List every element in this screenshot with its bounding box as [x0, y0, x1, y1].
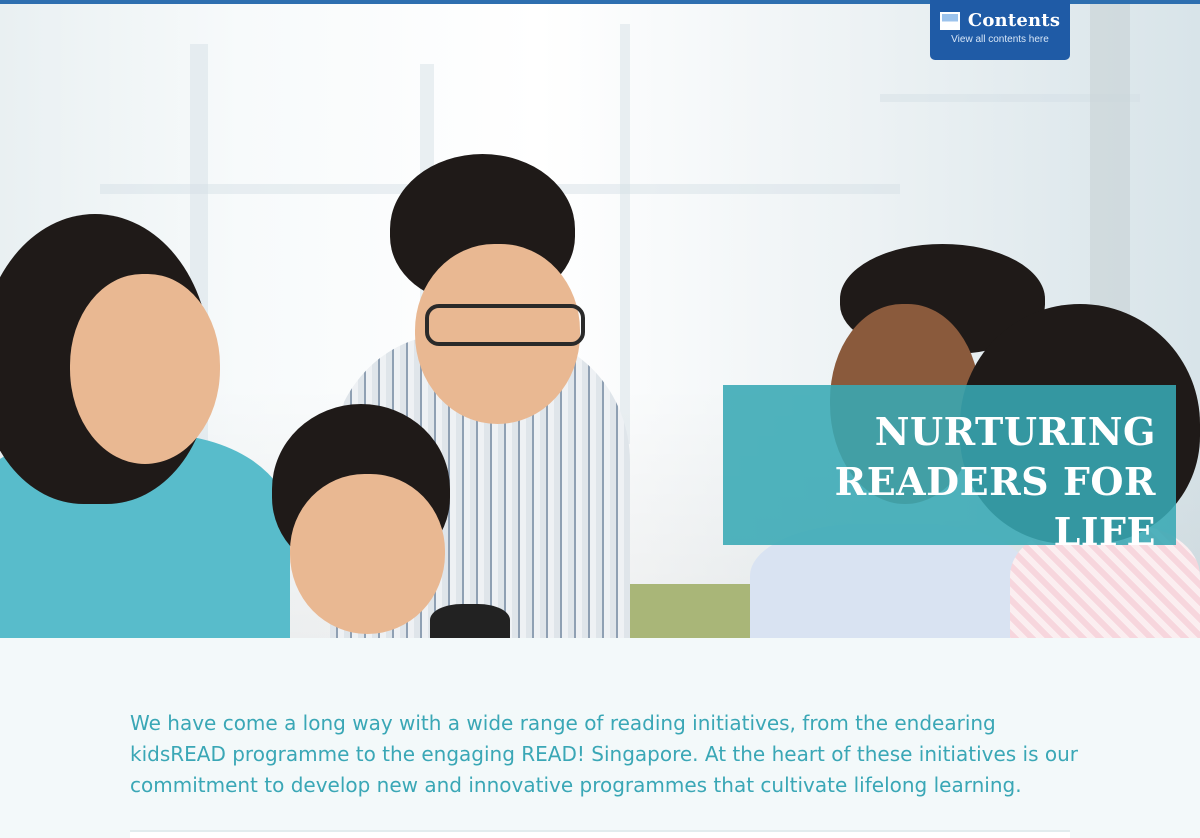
intro-paragraph: We have come a long way with a wide rang…	[130, 711, 1079, 797]
contents-subtitle: View all contents here	[951, 34, 1049, 45]
contents-title: Contents	[967, 10, 1061, 31]
content-card-edge	[130, 830, 1070, 838]
contents-button[interactable]: Contents View all contents here	[930, 0, 1070, 60]
hero-headline-banner: NURTURING READERS FOR LIFE	[723, 385, 1176, 554]
headline-line-1: NURTURING	[874, 409, 1156, 454]
contents-icon	[939, 11, 960, 30]
headline-line-2: READERS FOR LIFE	[834, 459, 1156, 554]
glasses	[425, 304, 585, 346]
window-frame	[620, 24, 630, 444]
